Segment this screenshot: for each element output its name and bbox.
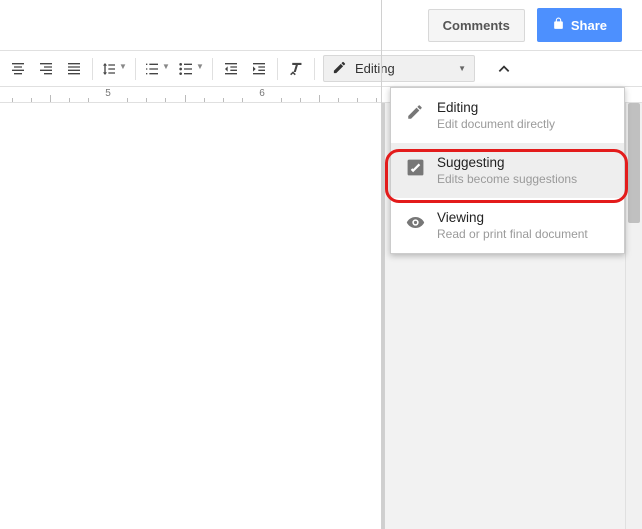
page-edge [381,0,382,529]
toolbar-separator [212,58,213,80]
chevron-down-icon: ▼ [196,62,204,71]
numbered-list-button[interactable]: ▼ [140,55,174,83]
toolbar-separator [135,58,136,80]
comments-button[interactable]: Comments [428,9,525,42]
menu-item-desc: Edit document directly [437,117,555,131]
viewing-mode-item[interactable]: Viewing Read or print final document [391,198,624,253]
comments-button-label: Comments [443,18,510,33]
pencil-icon [405,102,425,122]
menu-item-title: Editing [437,100,555,115]
vertical-scrollbar[interactable] [625,103,642,529]
align-center-button[interactable] [4,55,32,83]
mode-selector-label: Editing [355,61,395,76]
chevron-down-icon: ▼ [458,64,466,73]
ruler-label: 5 [105,88,111,99]
scroll-thumb[interactable] [628,103,640,223]
mode-selector-button[interactable]: Editing ▼ [323,55,475,82]
chevron-down-icon: ▼ [162,62,170,71]
toolbar-separator [92,58,93,80]
share-button[interactable]: Share [537,8,622,42]
menu-item-title: Suggesting [437,155,577,170]
share-button-label: Share [571,18,607,33]
top-bar: Comments Share [0,0,642,50]
bulleted-list-button[interactable]: ▼ [174,55,208,83]
menu-item-desc: Edits become suggestions [437,172,577,186]
menu-item-title: Viewing [437,210,588,225]
toolbar-separator [277,58,278,80]
align-justify-button[interactable] [60,55,88,83]
pencil-icon [332,60,347,78]
increase-indent-button[interactable] [245,55,273,83]
mode-menu: Editing Edit document directly Suggestin… [390,87,625,254]
ruler-label: 6 [259,88,265,99]
clear-formatting-button[interactable] [282,55,310,83]
align-right-button[interactable] [32,55,60,83]
lock-icon [552,17,565,33]
document-page[interactable] [0,103,384,529]
chevron-down-icon: ▼ [119,62,127,71]
suggesting-mode-item[interactable]: Suggesting Edits become suggestions [391,143,624,198]
line-spacing-button[interactable]: ▼ [97,55,131,83]
toolbar: ▼ ▼ ▼ Editing ▼ [0,50,642,87]
menu-item-desc: Read or print final document [437,227,588,241]
collapse-toolbar-button[interactable] [489,54,518,83]
suggest-icon [405,157,425,177]
toolbar-separator [314,58,315,80]
eye-icon [405,212,425,232]
editing-mode-item[interactable]: Editing Edit document directly [391,88,624,143]
decrease-indent-button[interactable] [217,55,245,83]
